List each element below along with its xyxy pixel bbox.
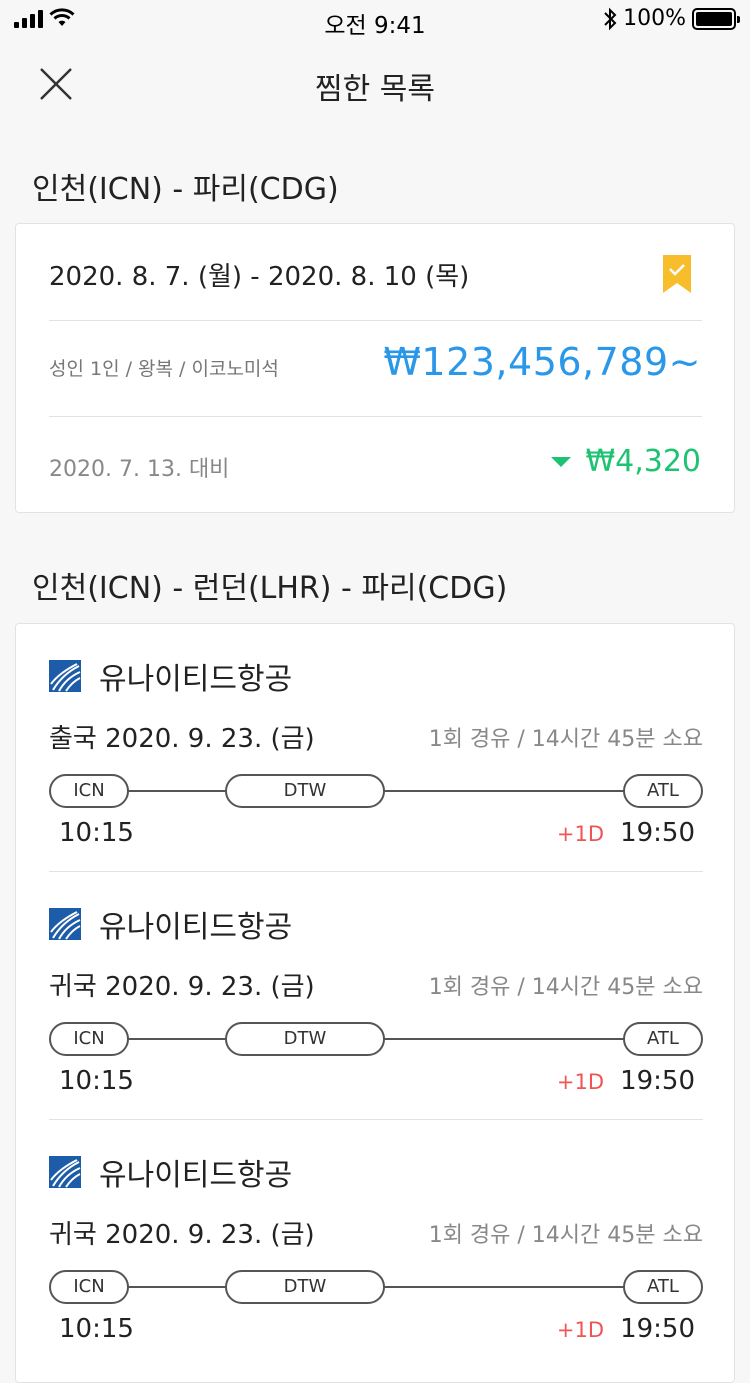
departure-time: 10:15 (59, 1066, 134, 1096)
leg-meta: 1회 경유 / 14시간 45분 소요 (428, 727, 703, 752)
departure-time: 10:15 (59, 1314, 134, 1344)
flight-times: 10:15 +1D 19:50 (49, 1314, 703, 1344)
trip1-card[interactable]: 2020. 8. 7. (월) - 2020. 8. 10 (목) 성인 1인 … (15, 223, 735, 513)
destination-airport: ATL (623, 1270, 703, 1304)
airline-name: 유나이티드항공 (99, 910, 293, 945)
departure-time: 10:15 (59, 818, 134, 848)
flight-item[interactable]: 유나이티드항공 귀국 2020. 9. 23. (금) 1회 경유 / 14시간… (49, 872, 703, 1120)
leg-meta: 1회 경유 / 14시간 45분 소요 (428, 975, 703, 1000)
plus-day-badge: +1D (556, 1318, 605, 1342)
airline-name: 유나이티드항공 (99, 662, 293, 697)
bookmark-check-icon[interactable] (662, 254, 692, 294)
united-airlines-logo-icon (49, 1156, 81, 1188)
stopover-airport: DTW (225, 774, 385, 808)
price-drop: ₩4,320 (551, 444, 701, 479)
trip1-passengers: 성인 1인 / 왕복 / 이코노미석 (49, 358, 279, 380)
page-title: 찜한 목록 (315, 72, 435, 107)
price-drop-amount: ₩4,320 (585, 444, 701, 479)
airline: 유나이티드항공 (49, 1150, 292, 1194)
trip1-compare-date: 2020. 7. 13. 대비 (49, 457, 230, 482)
status-bar: 오전 9:41 100% (0, 0, 750, 40)
leg-meta: 1회 경유 / 14시간 45분 소요 (428, 1223, 703, 1248)
airline: 유나이티드항공 (49, 902, 292, 946)
arrival-time: 19:50 (620, 818, 695, 848)
destination-airport: ATL (623, 1022, 703, 1056)
trip2-card[interactable]: 유나이티드항공 출국 2020. 9. 23. (금) 1회 경유 / 14시간… (15, 623, 735, 1383)
origin-airport: ICN (49, 1022, 129, 1056)
status-right: 100% (603, 6, 740, 31)
origin-airport: ICN (49, 1270, 129, 1304)
trip1-price: ₩123,456,789~ (383, 340, 701, 384)
united-airlines-logo-icon (49, 660, 81, 692)
route-line: ICN DTW ATL (49, 774, 703, 808)
divider (49, 416, 702, 417)
route-line: ICN DTW ATL (49, 1270, 703, 1304)
leg-date: 귀국 2020. 9. 23. (금) (49, 972, 315, 1002)
leg-date: 귀국 2020. 9. 23. (금) (49, 1220, 315, 1250)
origin-airport: ICN (49, 774, 129, 808)
united-airlines-logo-icon (49, 908, 81, 940)
plus-day-badge: +1D (556, 822, 605, 846)
bluetooth-icon (604, 7, 617, 30)
arrival-time: 19:50 (620, 1066, 695, 1096)
route-line: ICN DTW ATL (49, 1022, 703, 1056)
arrival-time: 19:50 (620, 1314, 695, 1344)
stopover-airport: DTW (225, 1022, 385, 1056)
trip2-route-title: 인천(ICN) - 런던(LHR) - 파리(CDG) (32, 571, 508, 606)
flight-item[interactable]: 유나이티드항공 출국 2020. 9. 23. (금) 1회 경유 / 14시간… (49, 624, 703, 872)
down-triangle-icon (551, 456, 572, 467)
nav-bar: 찜한 목록 (0, 40, 750, 130)
plus-day-badge: +1D (556, 1070, 605, 1094)
leg-date: 출국 2020. 9. 23. (금) (49, 724, 315, 754)
divider (49, 320, 702, 321)
flight-times: 10:15 +1D 19:50 (49, 1066, 703, 1096)
battery-icon (692, 7, 740, 30)
airline-name: 유나이티드항공 (99, 1158, 293, 1193)
battery-percent: 100% (623, 6, 686, 31)
trip1-dates: 2020. 8. 7. (월) - 2020. 8. 10 (목) (49, 262, 470, 292)
flight-item[interactable]: 유나이티드항공 귀국 2020. 9. 23. (금) 1회 경유 / 14시간… (49, 1120, 703, 1368)
stopover-airport: DTW (225, 1270, 385, 1304)
destination-airport: ATL (623, 774, 703, 808)
airline: 유나이티드항공 (49, 654, 292, 698)
trip1-route-title: 인천(ICN) - 파리(CDG) (32, 172, 339, 207)
flight-times: 10:15 +1D 19:50 (49, 818, 703, 848)
